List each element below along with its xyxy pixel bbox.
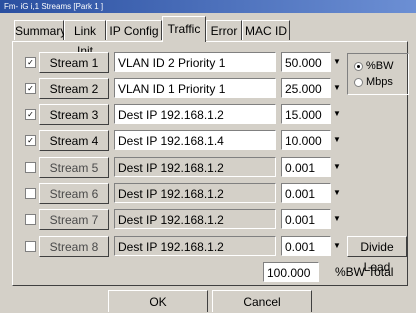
stream-checkbox[interactable] <box>25 188 36 199</box>
stream-checkbox[interactable]: ✓ <box>25 109 36 120</box>
spin-down-icon[interactable]: ▼ <box>332 210 342 228</box>
stream-button[interactable]: Stream 8 <box>39 236 109 257</box>
stream-description[interactable]: Dest IP 192.168.1.2 <box>114 236 276 256</box>
stream-checkbox[interactable]: ✓ <box>25 57 36 68</box>
stream-bandwidth-field[interactable]: 0.001 <box>281 209 331 229</box>
stream-button[interactable]: Stream 7 <box>39 209 109 230</box>
stream-description[interactable]: Dest IP 192.168.1.2 <box>114 183 276 203</box>
radio-dot-icon <box>354 61 363 71</box>
stream-checkbox[interactable] <box>25 162 36 173</box>
stream-checkbox[interactable] <box>25 241 36 252</box>
stream-button[interactable]: Stream 2 <box>39 78 109 99</box>
dialog-footer: OK Cancel <box>0 290 416 312</box>
stream-bandwidth-field[interactable]: 10.000 <box>281 130 331 150</box>
stream-description[interactable]: Dest IP 192.168.1.2 <box>114 209 276 229</box>
stream-checkbox[interactable]: ✓ <box>25 83 36 94</box>
spin-down-icon[interactable]: ▼ <box>332 105 342 123</box>
stream-button[interactable]: Stream 6 <box>39 183 109 204</box>
radio-percent-bw[interactable]: %BW <box>354 59 394 73</box>
stream-bandwidth-field[interactable]: 25.000 <box>281 78 331 98</box>
spin-down-icon[interactable]: ▼ <box>332 237 342 255</box>
stream-bandwidth-field[interactable]: 0.001 <box>281 157 331 177</box>
stream-bandwidth-field[interactable]: 0.001 <box>281 236 331 256</box>
stream-description[interactable]: Dest IP 192.168.1.2 <box>114 104 276 124</box>
stream-description[interactable]: Dest IP 192.168.1.2 <box>114 157 276 177</box>
stream-button[interactable]: Stream 5 <box>39 157 109 178</box>
tab-mac-id[interactable]: MAC ID <box>242 20 290 40</box>
radio-mbps[interactable]: Mbps <box>354 75 393 89</box>
stream-button[interactable]: Stream 3 <box>39 104 109 125</box>
tab-traffic[interactable]: Traffic <box>162 16 206 42</box>
tab-ip-config[interactable]: IP Config <box>106 20 162 40</box>
tab-summary[interactable]: Summary <box>14 20 66 40</box>
total-bandwidth-field: 100.000 <box>263 262 319 282</box>
radio-dot-icon <box>354 77 363 87</box>
divide-load-button[interactable]: Divide Load <box>347 236 407 274</box>
units-group: %BW Mbps <box>347 53 409 95</box>
window-title: Fm- iG i,1 Streams [Park 1 ] <box>0 0 416 13</box>
spin-down-icon[interactable]: ▼ <box>332 53 342 71</box>
total-bandwidth-label: %BW Total <box>335 265 394 279</box>
tab-error[interactable]: Error <box>206 20 242 40</box>
spin-down-icon[interactable]: ▼ <box>332 131 342 149</box>
stream-bandwidth-field[interactable]: 0.001 <box>281 183 331 203</box>
stream-bandwidth-field[interactable]: 15.000 <box>281 104 331 124</box>
spin-down-icon[interactable]: ▼ <box>332 158 342 176</box>
stream-button[interactable]: Stream 4 <box>39 130 109 151</box>
stream-button[interactable]: Stream 1 <box>39 52 109 73</box>
traffic-panel: ✓ Stream 1 VLAN ID 2 Priority 1 50.000 ▼… <box>12 41 409 286</box>
tab-link-init[interactable]: Link Init <box>64 20 106 58</box>
stream-description[interactable]: Dest IP 192.168.1.4 <box>114 130 276 150</box>
stream-checkbox[interactable] <box>25 214 36 225</box>
spin-down-icon[interactable]: ▼ <box>332 184 342 202</box>
spin-down-icon[interactable]: ▼ <box>332 79 342 97</box>
stream-description[interactable]: VLAN ID 2 Priority 1 <box>114 52 276 72</box>
stream-bandwidth-field[interactable]: 50.000 <box>281 52 331 72</box>
stream-description[interactable]: VLAN ID 1 Priority 1 <box>114 78 276 98</box>
stream-checkbox[interactable]: ✓ <box>25 135 36 146</box>
